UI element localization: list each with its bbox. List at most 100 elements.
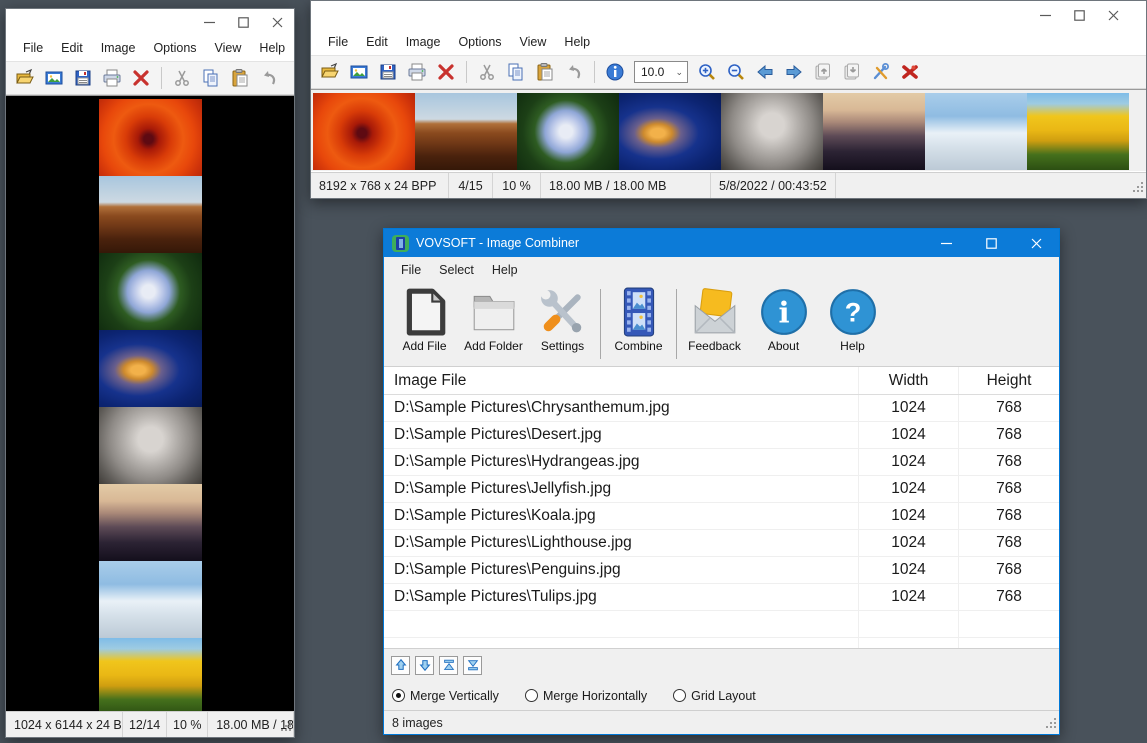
exit-icon[interactable] xyxy=(897,59,923,85)
undo-icon[interactable] xyxy=(561,59,587,85)
table-row[interactable]: D:\Sample Pictures\Lighthouse.jpg 1024 7… xyxy=(384,530,1059,557)
move-to-top-button[interactable] xyxy=(439,656,458,675)
save-icon[interactable] xyxy=(375,59,401,85)
about-icon: i xyxy=(759,287,809,337)
copy-icon[interactable] xyxy=(198,65,224,91)
add-folder-button[interactable]: Add Folder xyxy=(459,287,528,361)
add-file-button[interactable]: Add File xyxy=(390,287,459,361)
about-button[interactable]: i About xyxy=(749,287,818,361)
slideshow-icon[interactable] xyxy=(346,59,372,85)
add-folder-icon xyxy=(469,287,519,337)
menu-file[interactable]: File xyxy=(14,37,52,59)
radio-merge-vertically[interactable]: Merge Vertically xyxy=(392,689,499,703)
close-button[interactable] xyxy=(1096,1,1130,29)
table-row[interactable]: D:\Sample Pictures\Chrysanthemum.jpg 102… xyxy=(384,395,1059,422)
menu-image[interactable]: Image xyxy=(92,37,145,59)
table-row[interactable]: D:\Sample Pictures\Tulips.jpg 1024 768 xyxy=(384,584,1059,611)
delete-icon[interactable] xyxy=(433,59,459,85)
table-row[interactable]: D:\Sample Pictures\Hydrangeas.jpg 1024 7… xyxy=(384,449,1059,476)
menu-file[interactable]: File xyxy=(319,31,357,53)
menu-options[interactable]: Options xyxy=(144,37,205,59)
menu-help[interactable]: Help xyxy=(483,259,527,281)
menu-bar: File Edit Image Options View Help xyxy=(311,29,1146,56)
copy-icon[interactable] xyxy=(503,59,529,85)
menu-help[interactable]: Help xyxy=(555,31,599,53)
delete-icon[interactable] xyxy=(128,65,154,91)
next-image-icon[interactable] xyxy=(781,59,807,85)
cut-icon[interactable] xyxy=(169,65,195,91)
table-row[interactable]: D:\Sample Pictures\Koala.jpg 1024 768 xyxy=(384,503,1059,530)
move-up-button[interactable] xyxy=(391,656,410,675)
cell-file: D:\Sample Pictures\Chrysanthemum.jpg xyxy=(384,395,859,421)
paste-icon[interactable] xyxy=(227,65,253,91)
first-page-icon[interactable] xyxy=(810,59,836,85)
resize-grip[interactable] xyxy=(1046,718,1057,732)
image-canvas[interactable] xyxy=(6,95,294,711)
cut-icon[interactable] xyxy=(474,59,500,85)
print-icon[interactable] xyxy=(99,65,125,91)
maximize-button[interactable] xyxy=(969,229,1014,257)
minimize-button[interactable] xyxy=(924,229,969,257)
table-row[interactable]: D:\Sample Pictures\Jellyfish.jpg 1024 76… xyxy=(384,476,1059,503)
close-button[interactable] xyxy=(1014,229,1059,257)
save-icon[interactable] xyxy=(70,65,96,91)
column-header-width[interactable]: Width xyxy=(859,367,959,394)
image-canvas[interactable] xyxy=(311,89,1146,172)
status-bar: 8 images xyxy=(384,710,1059,734)
feedback-button[interactable]: Feedback xyxy=(680,287,749,361)
resize-grip[interactable] xyxy=(281,721,292,735)
combine-button[interactable]: Combine xyxy=(604,287,673,361)
column-header-height[interactable]: Height xyxy=(959,367,1059,394)
table-row[interactable]: D:\Sample Pictures\Penguins.jpg 1024 768 xyxy=(384,557,1059,584)
menu-select[interactable]: Select xyxy=(430,259,483,281)
status-dimensions: 1024 x 6144 x 24 BPP xyxy=(6,712,123,737)
previous-image-icon[interactable] xyxy=(752,59,778,85)
help-button[interactable]: ? Help xyxy=(818,287,887,361)
menu-image[interactable]: Image xyxy=(397,31,450,53)
thumbnail-penguins xyxy=(925,93,1027,170)
titlebar[interactable] xyxy=(6,9,294,35)
minimize-button[interactable] xyxy=(1028,1,1062,29)
feedback-label: Feedback xyxy=(688,339,741,353)
menu-edit[interactable]: Edit xyxy=(357,31,397,53)
move-to-bottom-button[interactable] xyxy=(463,656,482,675)
print-icon[interactable] xyxy=(404,59,430,85)
zoom-level-combobox[interactable]: 10.0⌄ xyxy=(634,61,688,83)
open-icon[interactable] xyxy=(317,59,343,85)
radio-merge-horizontally[interactable]: Merge Horizontally xyxy=(525,689,647,703)
titlebar[interactable]: VOVSOFT - Image Combiner xyxy=(384,229,1059,257)
menu-edit[interactable]: Edit xyxy=(52,37,92,59)
settings-button[interactable]: Settings xyxy=(528,287,597,361)
menu-view[interactable]: View xyxy=(511,31,556,53)
menu-help[interactable]: Help xyxy=(250,37,294,59)
zoom-out-icon[interactable] xyxy=(723,59,749,85)
settings-tools-icon[interactable] xyxy=(868,59,894,85)
table-header-row[interactable]: Image File Width Height xyxy=(384,367,1059,395)
last-page-icon[interactable] xyxy=(839,59,865,85)
radio-grid-layout[interactable]: Grid Layout xyxy=(673,689,756,703)
paste-icon[interactable] xyxy=(532,59,558,85)
move-down-button[interactable] xyxy=(415,656,434,675)
menu-view[interactable]: View xyxy=(206,37,251,59)
slideshow-icon[interactable] xyxy=(41,65,67,91)
minimize-button[interactable] xyxy=(192,9,226,35)
zoom-in-icon[interactable] xyxy=(694,59,720,85)
toolbar-separator xyxy=(600,289,601,359)
help-icon: ? xyxy=(828,287,878,337)
resize-grip[interactable] xyxy=(1133,182,1144,196)
table-row[interactable]: D:\Sample Pictures\Desert.jpg 1024 768 xyxy=(384,422,1059,449)
cell-file: D:\Sample Pictures\Tulips.jpg xyxy=(384,584,859,610)
close-button[interactable] xyxy=(260,9,294,35)
maximize-button[interactable] xyxy=(1062,1,1096,29)
column-header-image-file[interactable]: Image File xyxy=(384,367,859,394)
cell-height: 768 xyxy=(959,503,1059,529)
cell-width: 1024 xyxy=(859,395,959,421)
undo-icon[interactable] xyxy=(256,65,282,91)
menu-options[interactable]: Options xyxy=(449,31,510,53)
maximize-button[interactable] xyxy=(226,9,260,35)
titlebar[interactable] xyxy=(311,1,1146,29)
open-icon[interactable] xyxy=(12,65,38,91)
radio-label: Merge Vertically xyxy=(410,689,499,703)
menu-file[interactable]: File xyxy=(392,259,430,281)
info-icon[interactable] xyxy=(602,59,628,85)
